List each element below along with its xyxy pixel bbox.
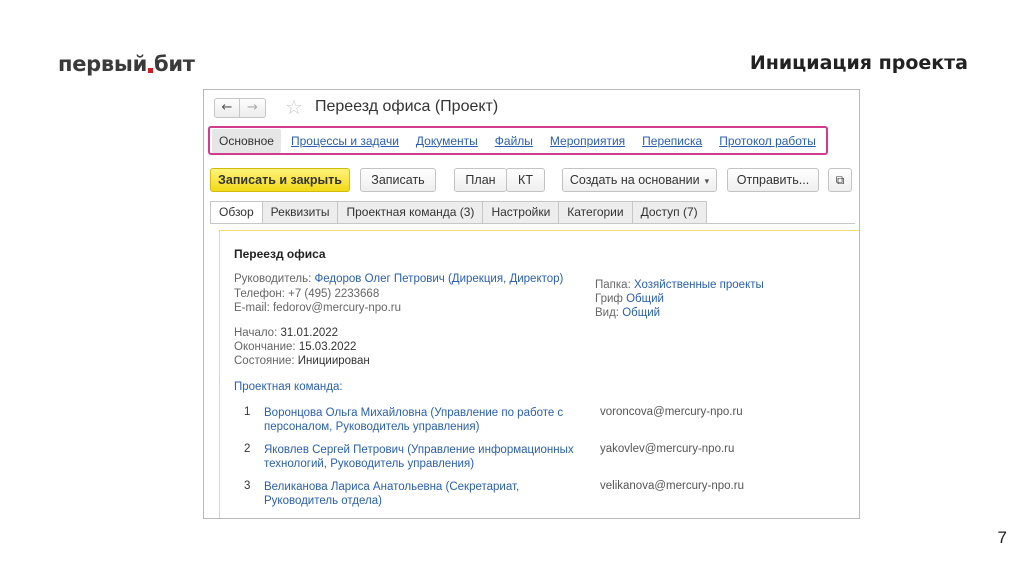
forward-arrow-icon[interactable]: → xyxy=(240,98,266,118)
team-member-line: Великанова Лариса Анатольевна (Секретари… xyxy=(264,481,520,493)
form-tabs: Обзор Реквизиты Проектная команда (3) На… xyxy=(210,201,707,224)
state-label: Состояние: xyxy=(234,355,295,367)
team-member-line: Яковлев Сергей Петрович (Управление инфо… xyxy=(264,444,574,456)
end-label: Окончание: xyxy=(234,341,296,353)
slide-number: 7 xyxy=(997,528,1007,547)
manager-link[interactable]: Федоров Олег Петрович (Дирекция, Директо… xyxy=(315,273,564,285)
state-value: Инициирован xyxy=(297,355,370,367)
team-row: 3 Великанова Лариса Анатольевна (Секрета… xyxy=(234,480,814,510)
state-field: Состояние: Инициирован xyxy=(234,355,370,367)
tab-requisites[interactable]: Реквизиты xyxy=(261,201,339,224)
nav-tab-main[interactable]: Основное xyxy=(212,128,281,153)
start-value: 31.01.2022 xyxy=(280,327,339,339)
end-value: 15.03.2022 xyxy=(298,341,357,353)
start-label: Начало: xyxy=(234,327,278,339)
team-row-number: 1 xyxy=(244,406,251,418)
copy-window-icon[interactable]: ⧉ xyxy=(828,168,852,192)
team-member-link[interactable]: Яковлев Сергей Петрович (Управление инфо… xyxy=(264,443,584,471)
tab-settings[interactable]: Настройки xyxy=(482,201,560,224)
chevron-down-icon: ▾ xyxy=(704,176,710,186)
tab-access[interactable]: Доступ (7) xyxy=(631,201,707,224)
team-member-link[interactable]: Великанова Лариса Анатольевна (Секретари… xyxy=(264,480,584,508)
kt-button[interactable]: КТ xyxy=(506,168,545,192)
section-nav-bar: Основное Процессы и задачи Документы Фай… xyxy=(208,126,828,155)
tab-categories[interactable]: Категории xyxy=(558,201,633,224)
slide-title: Инициация проекта xyxy=(749,52,968,74)
team-member-line: Руководитель отдела) xyxy=(264,495,382,507)
folder-label: Папка: xyxy=(595,279,631,291)
team-member-email: voroncova@mercury-npo.ru xyxy=(600,406,743,418)
app-window: ← → ☆ Переезд офиса (Проект) Основное Пр… xyxy=(203,89,860,519)
nav-tab-correspondence[interactable]: Переписка xyxy=(635,129,709,153)
team-row: 1 Воронцова Ольга Михайловна (Управление… xyxy=(234,406,814,436)
start-field: Начало: 31.01.2022 xyxy=(234,327,338,339)
logo-text-left: первый xyxy=(58,52,147,76)
view-link[interactable]: Общий xyxy=(622,307,660,319)
tab-project-team[interactable]: Проектная команда (3) xyxy=(337,201,484,224)
team-member-line: персоналом, Руководитель управления) xyxy=(264,421,480,433)
team-member-link[interactable]: Воронцова Ольга Михайловна (Управление п… xyxy=(264,406,584,434)
nav-tab-work-log[interactable]: Протокол работы xyxy=(712,129,823,153)
team-member-line: Воронцова Ольга Михайловна (Управление п… xyxy=(264,407,564,419)
team-member-line: технологий, Руководитель управления) xyxy=(264,458,475,470)
team-member-email: yakovlev@mercury-npo.ru xyxy=(600,443,735,455)
manager-label: Руководитель: xyxy=(234,273,312,285)
email-label: E-mail: xyxy=(234,302,270,314)
nav-tab-files[interactable]: Файлы xyxy=(488,129,540,153)
team-row: 2 Яковлев Сергей Петрович (Управление ин… xyxy=(234,443,814,473)
folder-field: Папка: Хозяйственные проекты xyxy=(595,279,764,291)
grif-field: Гриф Общий xyxy=(595,293,664,305)
overview-panel: Переезд офиса Руководитель: Федоров Олег… xyxy=(219,230,859,518)
team-row-number: 2 xyxy=(244,443,251,455)
email-field: E-mail: fedorov@mercury-npo.ru xyxy=(234,302,401,314)
grif-label: Гриф xyxy=(595,293,623,305)
manager-field: Руководитель: Федоров Олег Петрович (Дир… xyxy=(234,273,563,285)
command-toolbar: Записать и закрыть Записать План КТ Созд… xyxy=(210,168,855,192)
nav-tab-events[interactable]: Мероприятия xyxy=(543,129,632,153)
logo-mark xyxy=(147,68,153,73)
favorite-star-icon[interactable]: ☆ xyxy=(285,95,303,119)
tab-divider xyxy=(210,223,855,224)
plan-button[interactable]: План xyxy=(454,168,507,192)
folder-link[interactable]: Хозяйственные проекты xyxy=(634,279,764,291)
window-title: Переезд офиса (Проект) xyxy=(315,98,499,115)
project-title: Переезд офиса xyxy=(234,247,326,261)
phone-field: Телефон: +7 (495) 2233668 xyxy=(234,288,379,300)
save-button[interactable]: Записать xyxy=(360,168,436,192)
window-titlebar: ← → ☆ Переезд офиса (Проект) xyxy=(204,90,859,126)
view-label: Вид: xyxy=(595,307,619,319)
end-field: Окончание: 15.03.2022 xyxy=(234,341,356,353)
save-and-close-button[interactable]: Записать и закрыть xyxy=(210,168,350,192)
nav-tab-documents[interactable]: Документы xyxy=(409,129,485,153)
view-field: Вид: Общий xyxy=(595,307,660,319)
phone-label: Телефон: xyxy=(234,288,285,300)
project-team-label[interactable]: Проектная команда: xyxy=(234,381,343,393)
back-arrow-icon[interactable]: ← xyxy=(214,98,240,118)
create-based-on-label: Создать на основании xyxy=(569,173,700,187)
create-based-on-button[interactable]: Создать на основании ▾ xyxy=(562,168,717,192)
nav-tab-processes[interactable]: Процессы и задачи xyxy=(284,129,406,153)
email-value: fedorov@mercury-npo.ru xyxy=(272,302,401,314)
tab-overview[interactable]: Обзор xyxy=(210,201,263,224)
team-member-email: velikanova@mercury-npo.ru xyxy=(600,480,744,492)
logo: первый бит xyxy=(58,52,195,76)
send-button[interactable]: Отправить... xyxy=(727,168,819,192)
grif-link[interactable]: Общий xyxy=(626,293,664,305)
team-row-number: 3 xyxy=(244,480,251,492)
logo-text-right: бит xyxy=(153,52,195,76)
phone-value: +7 (495) 2233668 xyxy=(288,288,380,300)
